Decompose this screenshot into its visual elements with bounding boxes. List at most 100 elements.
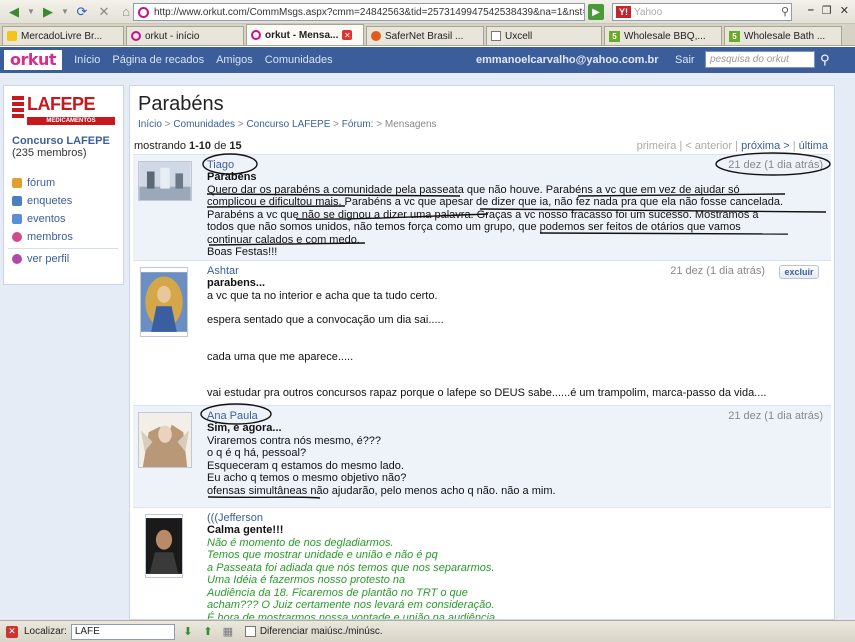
orkut-logo[interactable]: orkut	[4, 50, 63, 70]
page-title: Parabéns	[138, 93, 224, 115]
window-controls: – ❐ ✕	[808, 4, 849, 17]
highlight-icon[interactable]: ▦	[221, 625, 235, 639]
message-line: todos que não somos unidos, não temos fo…	[207, 221, 741, 233]
search-placeholder: Yahoo	[634, 6, 663, 18]
message-author[interactable]: (((Jefferson	[207, 512, 263, 524]
pager-next[interactable]: próxima >	[741, 140, 790, 152]
five-icon: 5	[729, 30, 740, 42]
community-sidebar: LAFEPE MEDICAMENTOS Concurso LAFEPE (235…	[3, 85, 124, 285]
search-icon[interactable]: ⚲	[820, 52, 830, 68]
tab-wholesale-bbq[interactable]: 5 Wholesale BBQ,...	[604, 26, 722, 45]
menu-item-enquetes[interactable]: enquetes	[12, 192, 73, 210]
find-input[interactable]: LAFE	[70, 623, 175, 640]
view-profile-label: ver perfil	[27, 253, 70, 265]
tab-safernet[interactable]: SaferNet Brasil ...	[366, 26, 484, 45]
tab-label: Wholesale Bath ...	[744, 30, 826, 42]
message-subject: Parabéns	[207, 171, 257, 183]
message-date: 21 dez (1 dia atrás)	[670, 265, 765, 277]
tab-orkut-inicio[interactable]: orkut - início	[126, 26, 244, 45]
message-line: Uma Idéia é fazermos nosso protesto na	[207, 574, 406, 586]
avatar[interactable]	[140, 267, 188, 337]
message-line	[207, 375, 822, 387]
search-box[interactable]: Y! Yahoo ⚲	[612, 3, 792, 21]
message-author[interactable]: Ana Paula	[207, 410, 258, 422]
avatar[interactable]	[138, 412, 192, 468]
find-label: Localizar:	[24, 626, 67, 637]
nav-amigos[interactable]: Amigos	[216, 54, 253, 66]
menu-item-eventos[interactable]: eventos	[12, 210, 73, 228]
message-line: a Passeata foi adiada que nós temos que …	[207, 561, 495, 574]
tab-label: orkut - Mensa...	[265, 29, 339, 41]
message-item: (((Jefferson Calma gente!!! Não é moment…	[133, 507, 831, 619]
pager-last[interactable]: última	[799, 140, 828, 152]
tab-label: orkut - início	[145, 30, 200, 42]
url-text: http://www.orkut.com/CommMsgs.aspx?cmm=2…	[154, 6, 585, 18]
topic-panel: Parabéns Início > Comunidades > Concurso…	[129, 85, 835, 620]
reload-icon[interactable]: ⟳	[72, 2, 92, 22]
message-line: Esqueceram q estamos do mesmo lado.	[207, 459, 404, 472]
back-icon[interactable]: ◀	[4, 2, 24, 22]
restore-icon[interactable]: ❐	[822, 4, 832, 17]
orkut-search-input[interactable]: pesquisa do orkut	[705, 51, 815, 68]
pagination: primeira | < anterior | próxima > | últi…	[636, 140, 828, 152]
logo-name: LAFEPE	[27, 94, 96, 114]
community-menu: fórum enquetes eventos membros	[12, 174, 73, 246]
orkut-favicon-icon	[138, 6, 149, 18]
nav-inicio[interactable]: Início	[74, 54, 100, 66]
breadcrumb-forum[interactable]: Fórum:	[342, 119, 374, 130]
find-previous-icon[interactable]: ⬆	[201, 625, 215, 639]
tab-label: Uxcell	[505, 30, 533, 42]
user-email[interactable]: emmanoelcarvalho@yahoo.com.br	[476, 54, 659, 66]
find-next-icon[interactable]: ⬇	[181, 625, 195, 639]
logout-link[interactable]: Sair	[675, 54, 695, 66]
close-window-icon[interactable]: ✕	[840, 4, 849, 17]
community-logo[interactable]: LAFEPE MEDICAMENTOS	[12, 94, 116, 130]
breadcrumb-comunidades[interactable]: Comunidades	[173, 119, 235, 130]
browser-window: ◀ ▼ ▶ ▼ ⟳ ✕ ⌂ http://www.orkut.com/CommM…	[0, 0, 855, 642]
close-tab-icon[interactable]: ✕	[342, 30, 353, 40]
tab-orkut-mensagens[interactable]: orkut - Mensa... ✕	[246, 24, 364, 45]
close-find-icon[interactable]: ✕	[6, 625, 18, 638]
match-case-checkbox[interactable]	[244, 626, 256, 637]
avatar[interactable]	[138, 161, 192, 201]
logo-subtitle: MEDICAMENTOS	[27, 117, 115, 125]
nav-pagina-de-recados[interactable]: Página de recados	[112, 54, 204, 66]
message-line: o q é q há, pessoal?	[207, 447, 307, 459]
view-profile-link[interactable]: ver perfil	[12, 253, 69, 265]
menu-item-membros[interactable]: membros	[12, 228, 73, 246]
tab-uxcell[interactable]: Uxcell	[486, 26, 602, 45]
minimize-icon[interactable]: –	[808, 4, 814, 17]
menu-item-forum[interactable]: fórum	[12, 174, 73, 192]
forum-icon	[12, 178, 22, 188]
breadcrumb-community[interactable]: Concurso LAFEPE	[246, 119, 330, 130]
breadcrumb-current: Mensagens	[384, 119, 437, 130]
message-line: continuar calados e com medo.	[207, 233, 360, 246]
address-bar[interactable]: http://www.orkut.com/CommMsgs.aspx?cmm=2…	[133, 3, 585, 21]
message-body: Calma gente!!! Não é momento de nos degl…	[207, 524, 822, 619]
forward-dropdown-icon[interactable]: ▼	[60, 2, 70, 22]
community-name[interactable]: Concurso LAFEPE	[12, 135, 110, 147]
search-icon[interactable]: ⚲	[781, 5, 789, 18]
message-line: ofensas simultâneas não ajudarão, pelo m…	[207, 484, 556, 497]
match-case-label: Diferenciar maiúsc./minúsc.	[259, 626, 383, 637]
tab-mercadolivre[interactable]: MercadoLivre Br...	[2, 26, 124, 45]
menu-label: enquetes	[27, 195, 73, 207]
breadcrumb-inicio[interactable]: Início	[138, 119, 162, 130]
safernet-icon	[371, 31, 381, 41]
message-author[interactable]: Ashtar	[207, 265, 239, 277]
menu-label: eventos	[27, 213, 66, 225]
go-arrow-icon[interactable]: ▶	[588, 4, 604, 20]
breadcrumb: Início > Comunidades > Concurso LAFEPE >…	[138, 119, 437, 130]
forward-icon[interactable]: ▶	[38, 2, 58, 22]
nav-comunidades[interactable]: Comunidades	[265, 54, 333, 66]
message-line: Parabéns a vc que não se dignou a dizer …	[207, 208, 759, 221]
avatar[interactable]	[145, 514, 183, 578]
history-dropdown-icon[interactable]: ▼	[26, 2, 36, 22]
tab-strip: MercadoLivre Br... orkut - início orkut …	[0, 24, 855, 46]
page-icon	[491, 31, 501, 41]
orkut-icon	[131, 31, 141, 41]
poll-icon	[12, 196, 22, 206]
tab-wholesale-bath[interactable]: 5 Wholesale Bath ...	[724, 26, 842, 45]
stop-icon[interactable]: ✕	[94, 2, 114, 22]
message-author[interactable]: Tiago	[207, 159, 234, 171]
